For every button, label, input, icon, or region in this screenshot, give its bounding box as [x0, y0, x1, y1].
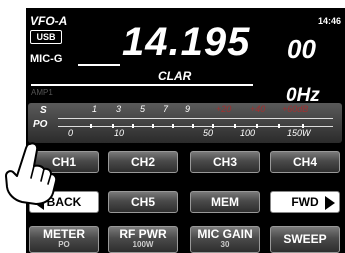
po-meter-label: PO [33, 119, 48, 130]
s-scale-line [58, 118, 333, 119]
ch3-button[interactable]: CH3 [190, 151, 260, 173]
clar-label: CLAR [158, 69, 192, 83]
po-tick: 0 [68, 128, 74, 138]
po-dot [234, 124, 236, 128]
ch2-button[interactable]: CH2 [108, 151, 178, 173]
rf-power-button[interactable]: RF PWR 100W [108, 226, 178, 253]
vfo-label: VFO-A [30, 14, 68, 28]
ch5-button[interactable]: CH5 [108, 191, 178, 213]
s-tick: 5 [140, 104, 146, 114]
po-tick: 100 [240, 128, 256, 138]
po-tick: 10 [114, 128, 125, 138]
s-tick: 1 [92, 104, 98, 114]
mic-gain-value: 30 [220, 240, 230, 249]
amp-label: AMP1 [31, 88, 53, 97]
mic-gain-button-label: MIC GAIN [197, 227, 253, 241]
po-dot [90, 124, 92, 128]
s-meter-label: S [40, 105, 47, 116]
frequency-main[interactable]: 14.195 [122, 20, 250, 65]
rf-power-label: RF PWR [119, 227, 167, 241]
mem-button[interactable]: MEM [190, 191, 260, 213]
mic-gain-bar [78, 64, 120, 66]
right-arrow-icon [325, 196, 335, 210]
s-po-meter: S PO 1 3 5 7 9 +20 +40 +60dB 0 10 50 100… [28, 103, 342, 143]
sweep-button[interactable]: SWEEP [270, 226, 340, 253]
po-dot [172, 124, 174, 128]
fwd-button[interactable]: FWD [270, 191, 340, 213]
frequency-small[interactable]: 00 [287, 34, 316, 65]
s-tick: 9 [185, 104, 191, 114]
s-tick: +60dB [282, 104, 309, 114]
po-dot [132, 124, 134, 128]
s-tick: +20 [216, 104, 232, 114]
clock: 14:46 [317, 16, 341, 26]
rf-power-value: 100W [132, 240, 154, 249]
radio-touch-panel: VFO-A 14:46 USB MIC-G 14.195 00 CLAR AMP… [26, 8, 345, 253]
fwd-label: FWD [291, 195, 319, 209]
po-dot [256, 124, 258, 128]
meter-button[interactable]: METER PO [29, 226, 99, 253]
pointing-hand-icon [5, 142, 58, 205]
radio-display-screenshot: VFO-A 14:46 USB MIC-G 14.195 00 CLAR AMP… [0, 0, 345, 253]
s-tick: 7 [163, 104, 169, 114]
po-tick: 50 [203, 128, 214, 138]
mic-gain-label: MIC-G [30, 53, 63, 65]
po-tick: 150W [287, 128, 311, 138]
meter-value: PO [58, 240, 70, 249]
po-dot [152, 124, 154, 128]
mic-gain-button[interactable]: MIC GAIN 30 [190, 226, 260, 253]
meter-label: METER [43, 227, 85, 241]
ch4-button[interactable]: CH4 [270, 151, 340, 173]
mode-badge[interactable]: USB [30, 30, 62, 44]
po-scale-line [58, 126, 333, 127]
s-tick: 3 [116, 104, 122, 114]
po-dot [278, 124, 280, 128]
clar-divider [31, 84, 253, 86]
po-dot [192, 124, 194, 128]
s-tick: +40 [250, 104, 266, 114]
mode-label: USB [36, 32, 56, 42]
